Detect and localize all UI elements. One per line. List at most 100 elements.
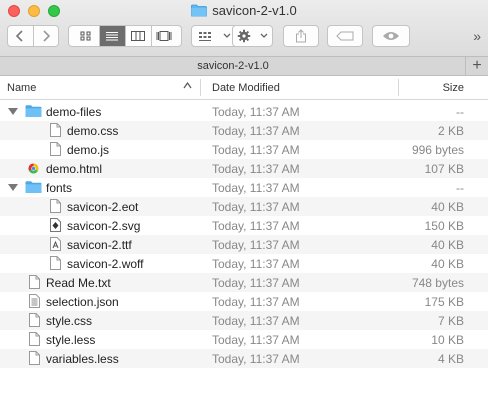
list-item[interactable]: style.less Today, 11:37 AM 10 KB: [0, 330, 488, 349]
file-date: Today, 11:37 AM: [212, 143, 300, 157]
gallery-icon: [156, 31, 172, 41]
empty-row: [0, 368, 488, 387]
list-view-button[interactable]: [99, 26, 126, 46]
tag-icon: [336, 31, 354, 41]
file-size: 175 KB: [424, 295, 464, 309]
chevron-down-icon: [223, 33, 231, 38]
column-divider[interactable]: [200, 79, 201, 96]
file-date: Today, 11:37 AM: [212, 181, 300, 195]
column-name-header[interactable]: Name: [7, 82, 36, 94]
file-size: 40 KB: [431, 257, 464, 271]
document-icon: [50, 142, 61, 159]
list-item[interactable]: Read Me.txt Today, 11:37 AM 748 bytes: [0, 273, 488, 292]
file-name: selection.json: [46, 295, 119, 309]
file-size: 40 KB: [431, 238, 464, 252]
chevron-left-icon: [16, 30, 23, 42]
document-icon: [29, 275, 40, 292]
file-date: Today, 11:37 AM: [212, 105, 300, 119]
list-item[interactable]: savicon-2.eot Today, 11:37 AM 40 KB: [0, 197, 488, 216]
file-date: Today, 11:37 AM: [212, 238, 300, 252]
nav-buttons: [7, 25, 59, 47]
share-icon: [296, 29, 306, 43]
list-item[interactable]: demo-files Today, 11:37 AM --: [0, 102, 488, 121]
file-name: savicon-2.eot: [67, 200, 139, 214]
toolbar-overflow-button[interactable]: »: [473, 28, 481, 44]
arrange-button[interactable]: [191, 25, 238, 47]
file-date: Today, 11:37 AM: [212, 200, 300, 214]
list-icon: [106, 32, 118, 41]
file-date: Today, 11:37 AM: [212, 333, 300, 347]
gear-icon: [238, 29, 251, 43]
file-size: --: [456, 105, 464, 119]
file-date: Today, 11:37 AM: [212, 219, 300, 233]
file-size: --: [456, 181, 464, 195]
list-item[interactable]: savicon-2.ttf Today, 11:37 AM 40 KB: [0, 235, 488, 254]
file-date: Today, 11:37 AM: [212, 124, 300, 138]
folder-icon: [191, 4, 208, 17]
share-button[interactable]: [283, 25, 319, 47]
column-date-header[interactable]: Date Modified: [212, 82, 280, 94]
list-item[interactable]: fonts Today, 11:37 AM --: [0, 178, 488, 197]
file-size: 10 KB: [431, 333, 464, 347]
file-name: variables.less: [46, 352, 119, 366]
column-divider[interactable]: [398, 79, 399, 96]
disclosure-triangle-icon[interactable]: [8, 108, 18, 115]
file-size: 748 bytes: [411, 276, 464, 290]
gallery-view-button[interactable]: [152, 26, 177, 46]
document-icon: [50, 123, 61, 140]
document-icon: [29, 332, 40, 349]
svg-document-icon: [50, 218, 61, 235]
file-list: demo-files Today, 11:37 AM -- demo.css T…: [0, 102, 488, 387]
file-date: Today, 11:37 AM: [212, 352, 300, 366]
file-date: Today, 11:37 AM: [212, 314, 300, 328]
file-name: style.css: [46, 314, 93, 328]
list-item[interactable]: savicon-2.woff Today, 11:37 AM 40 KB: [0, 254, 488, 273]
file-size: 996 bytes: [411, 143, 464, 157]
chrome-icon: [28, 163, 39, 177]
list-item[interactable]: savicon-2.svg Today, 11:37 AM 150 KB: [0, 216, 488, 235]
list-item[interactable]: demo.js Today, 11:37 AM 996 bytes: [0, 140, 488, 159]
eye-icon: [383, 32, 399, 40]
window-title-text: savicon-2-v1.0: [212, 3, 297, 18]
tags-button[interactable]: [327, 25, 363, 47]
list-item[interactable]: selection.json Today, 11:37 AM 175 KB: [0, 292, 488, 311]
file-name: savicon-2.svg: [67, 219, 141, 233]
file-date: Today, 11:37 AM: [212, 276, 300, 290]
file-name: savicon-2.woff: [67, 257, 144, 271]
file-name: style.less: [46, 333, 96, 347]
list-item[interactable]: demo.html Today, 11:37 AM 107 KB: [0, 159, 488, 178]
new-tab-button[interactable]: +: [465, 57, 488, 75]
disclosure-triangle-icon[interactable]: [8, 184, 18, 191]
file-date: Today, 11:37 AM: [212, 257, 300, 271]
document-icon: [50, 256, 61, 273]
file-name: demo.js: [67, 143, 110, 157]
file-date: Today, 11:37 AM: [212, 162, 300, 176]
tab-current[interactable]: savicon-2-v1.0: [0, 60, 466, 72]
file-size: 40 KB: [431, 200, 464, 214]
column-view-button[interactable]: [126, 26, 152, 46]
quick-look-button[interactable]: [372, 25, 410, 47]
title-toolbar: savicon-2-v1.0 »: [0, 0, 488, 56]
list-item[interactable]: style.css Today, 11:37 AM 7 KB: [0, 311, 488, 330]
font-document-icon: [50, 237, 61, 254]
file-size: 107 KB: [424, 162, 464, 176]
list-item[interactable]: demo.css Today, 11:37 AM 2 KB: [0, 121, 488, 140]
list-item[interactable]: variables.less Today, 11:37 AM 4 KB: [0, 349, 488, 368]
document-icon: [29, 351, 40, 368]
tab-bar: savicon-2-v1.0 +: [0, 56, 488, 76]
file-date: Today, 11:37 AM: [212, 295, 300, 309]
view-mode-control: [68, 25, 182, 47]
action-button[interactable]: [232, 25, 273, 47]
forward-button[interactable]: [34, 26, 59, 46]
file-name: demo-files: [46, 105, 102, 119]
column-size-header[interactable]: Size: [443, 82, 464, 94]
file-size: 4 KB: [437, 352, 464, 366]
grid-icon: [80, 31, 91, 41]
window-title: savicon-2-v1.0: [0, 3, 488, 18]
back-button[interactable]: [8, 26, 34, 46]
icon-view-button[interactable]: [74, 26, 100, 46]
chevron-right-icon: [43, 30, 50, 42]
column-header: Name Date Modified Size: [0, 76, 488, 100]
sort-ascending-icon: [183, 82, 192, 89]
file-name: Read Me.txt: [46, 276, 111, 290]
